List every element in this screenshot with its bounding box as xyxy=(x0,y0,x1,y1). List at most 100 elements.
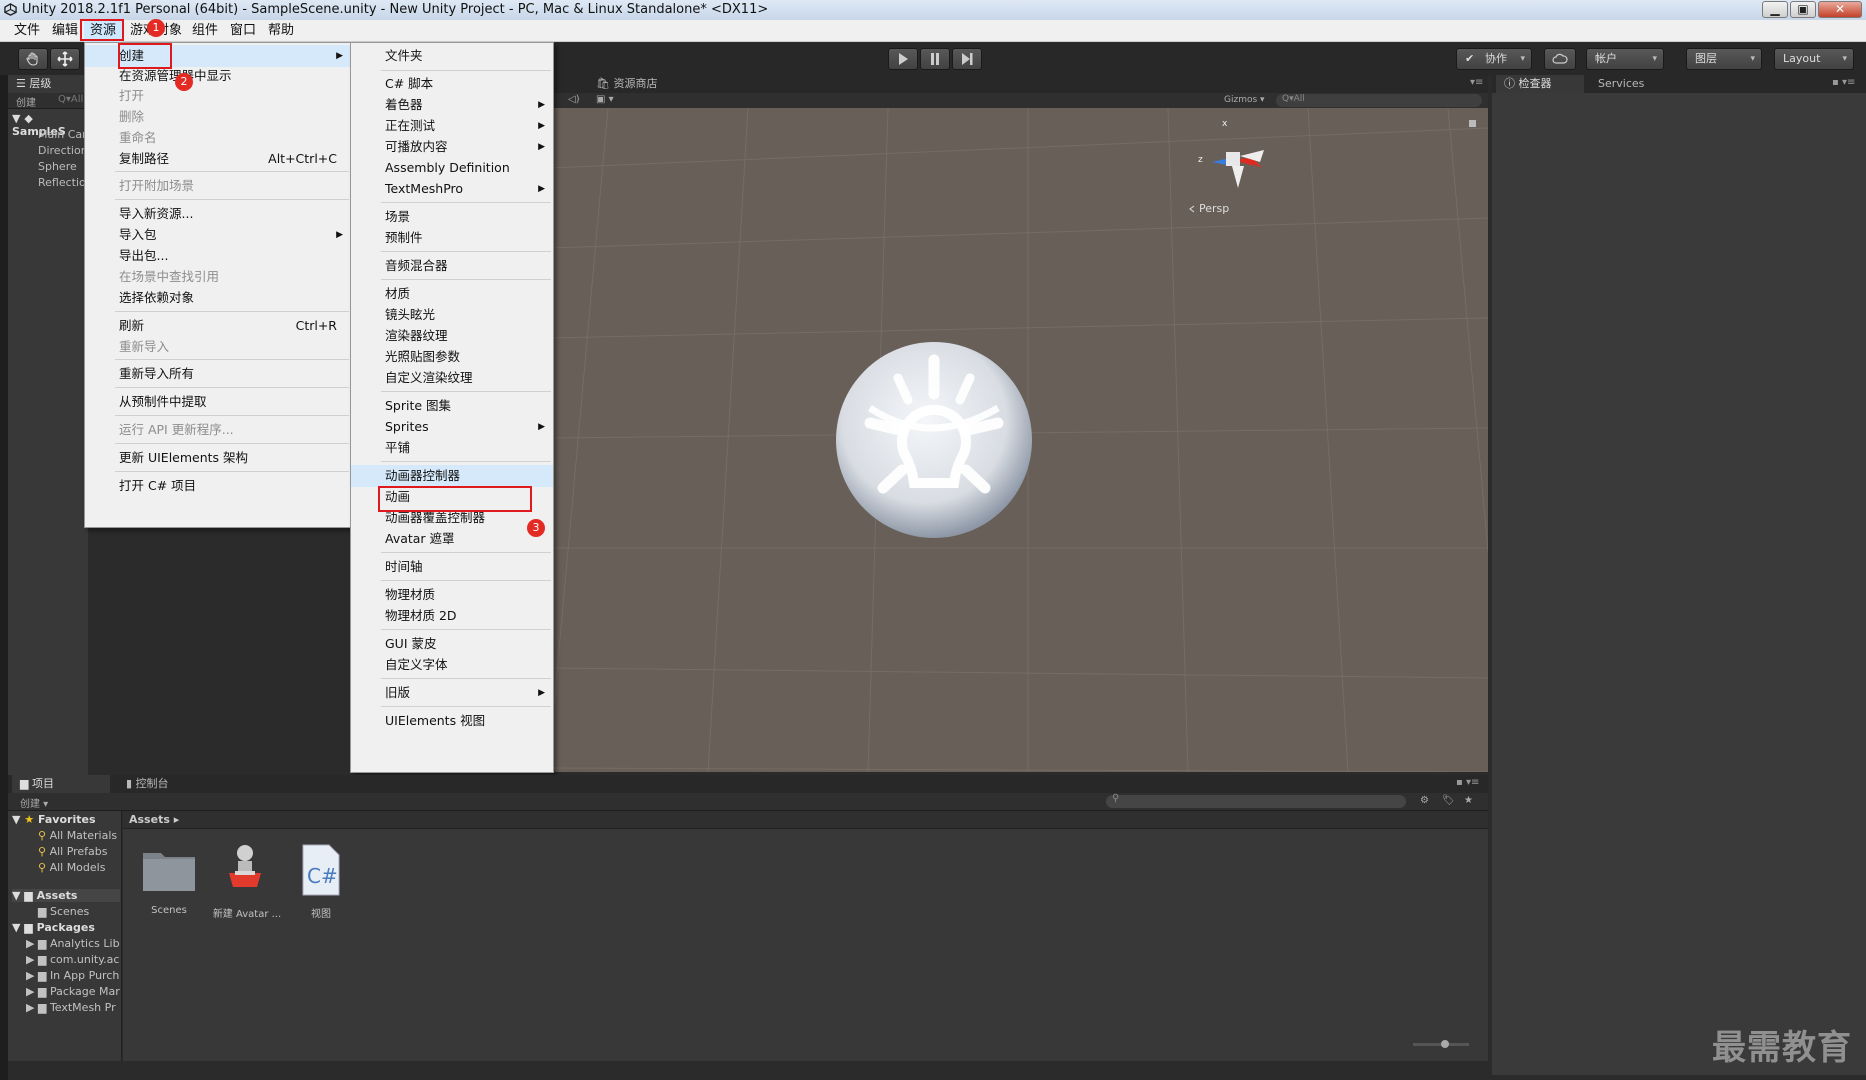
create-menu-item[interactable]: 正在测试 ▶ xyxy=(351,115,553,137)
collab-dropdown[interactable]: ✔ 协作 xyxy=(1456,48,1532,70)
create-menu-item[interactable]: 动画器控制器 xyxy=(351,465,553,487)
hierarchy-create-button[interactable]: 创建 xyxy=(16,94,36,109)
folder-asset-icon[interactable] xyxy=(141,845,197,893)
assets-menu-item[interactable]: 重新导入所有 xyxy=(85,363,351,385)
scene-search-input[interactable]: Q▾All xyxy=(1276,94,1482,107)
sphere-object[interactable] xyxy=(836,342,1032,538)
create-menu-item[interactable]: TextMeshPro ▶ xyxy=(351,178,553,200)
project-search-input[interactable]: ⚲ xyxy=(1106,793,1406,808)
assets-menu-item[interactable]: 导入包 ▶ xyxy=(85,224,351,246)
scene-viewport[interactable]: x z Persp xyxy=(548,108,1488,772)
pause-button[interactable] xyxy=(920,48,950,70)
tree-item[interactable]: ▶ ▆ Analytics Lib xyxy=(26,937,120,950)
create-menu-item[interactable]: 物理材质 2D xyxy=(351,605,553,627)
create-menu-item[interactable]: 可播放内容 ▶ xyxy=(351,136,553,158)
tree-item[interactable]: ▶ ▆ TextMesh Pr xyxy=(26,1001,116,1014)
create-menu-item[interactable]: 镜头眩光 xyxy=(351,304,553,326)
tree-item[interactable]: ⚲ All Materials xyxy=(38,829,117,842)
move-tool-button[interactable] xyxy=(50,48,80,70)
lock-icon[interactable] xyxy=(1469,120,1476,127)
csharp-script-asset-icon[interactable]: C# xyxy=(301,843,341,897)
tab-project[interactable]: ▆ 项目 xyxy=(12,775,110,793)
assets-root-row[interactable]: ▼ ▆ Assets xyxy=(12,889,120,902)
packages-root-row[interactable]: ▼ ▆ Packages xyxy=(12,921,95,934)
account-dropdown[interactable]: 帐户 xyxy=(1586,48,1664,70)
hierarchy-item[interactable]: Reflectio xyxy=(38,176,86,189)
avatar-mask-asset-icon[interactable] xyxy=(225,843,265,895)
create-menu-item[interactable]: 场景 xyxy=(351,206,553,228)
hierarchy-item[interactable]: Main Car xyxy=(38,128,87,141)
zoom-slider[interactable] xyxy=(1413,1040,1469,1048)
assets-menu-item[interactable]: 导入新资源... xyxy=(85,203,351,225)
maximize-button[interactable]: ▣ xyxy=(1790,1,1816,18)
create-menu-item[interactable]: 时间轴 xyxy=(351,556,553,578)
create-menu-item[interactable]: 预制件 xyxy=(351,227,553,249)
tab-asset-store[interactable]: 🛍︎ 资源商店 xyxy=(588,75,665,93)
assets-menu-item[interactable]: 打开 C# 项目 xyxy=(85,475,351,497)
create-menu-item[interactable]: UIElements 视图 xyxy=(351,710,553,732)
create-menu-item[interactable]: Avatar 遮罩 xyxy=(351,528,553,550)
create-menu-item[interactable]: Assembly Definition xyxy=(351,157,553,179)
effects-toggle-icon[interactable]: ▣ ▾ xyxy=(596,94,614,105)
audio-toggle-icon[interactable]: ◁) xyxy=(568,94,580,105)
tab-services[interactable]: Services xyxy=(1590,75,1652,93)
hierarchy-item[interactable]: Direction xyxy=(38,144,88,157)
create-menu-item[interactable]: 旧版 ▶ xyxy=(351,682,553,704)
tree-item[interactable]: ⚲ All Prefabs xyxy=(38,845,108,858)
create-menu-item[interactable]: 音频混合器 xyxy=(351,255,553,277)
tab-inspector[interactable]: ⓘ 检查器 xyxy=(1496,75,1584,93)
hierarchy-search[interactable]: Q▾All xyxy=(58,94,83,105)
tab-hierarchy[interactable]: ☰ 层级 xyxy=(8,75,88,93)
minimize-button[interactable]: ▁ xyxy=(1762,1,1788,18)
menu-file[interactable]: 文件 xyxy=(8,20,46,42)
create-menu-item[interactable]: 自定义渲染纹理 xyxy=(351,367,553,389)
cloud-button[interactable] xyxy=(1544,48,1576,70)
breadcrumb[interactable]: Assets ▸ xyxy=(129,813,179,826)
tab-console[interactable]: ▮ 控制台 xyxy=(118,775,177,793)
tree-item[interactable]: ▶ ▆ In App Purch xyxy=(26,969,119,982)
hierarchy-item[interactable]: Sphere xyxy=(38,160,77,173)
favorite-star-icon[interactable]: ★ xyxy=(1464,795,1473,806)
create-menu-item[interactable]: 平铺 xyxy=(351,437,553,459)
project-panel-menu-icon[interactable]: ▪ ▾≡ xyxy=(1456,777,1479,788)
create-menu-item[interactable]: Sprites ▶ xyxy=(351,416,553,438)
persp-label[interactable]: Persp xyxy=(1199,202,1229,215)
menu-edit[interactable]: 编辑 xyxy=(46,20,84,42)
menu-component[interactable]: 组件 xyxy=(186,20,224,42)
create-menu-item[interactable]: 渲染器纹理 xyxy=(351,325,553,347)
play-button[interactable] xyxy=(888,48,918,70)
create-menu-item[interactable]: 物理材质 xyxy=(351,584,553,606)
create-menu-item[interactable]: GUI 蒙皮 xyxy=(351,633,553,655)
create-menu-item[interactable]: C# 脚本 xyxy=(351,73,553,95)
assets-menu-item[interactable]: 选择依赖对象 xyxy=(85,287,351,309)
favorites-row[interactable]: ▼ ★ Favorites xyxy=(12,813,96,826)
layout-dropdown[interactable]: Layout xyxy=(1774,48,1854,70)
panel-menu-icon[interactable]: ▾≡ xyxy=(1470,77,1483,88)
create-menu-item[interactable]: 材质 xyxy=(351,283,553,305)
tree-item[interactable]: ▆ Scenes xyxy=(38,905,89,918)
create-menu-item[interactable]: 自定义字体 xyxy=(351,654,553,676)
menu-help[interactable]: 帮助 xyxy=(262,20,300,42)
close-button[interactable]: ✕ xyxy=(1818,1,1862,18)
create-menu-item[interactable]: Sprite 图集 xyxy=(351,395,553,417)
tree-item[interactable]: ▶ ▆ com.unity.ac xyxy=(26,953,119,966)
create-menu-item[interactable]: 文件夹 xyxy=(351,45,553,67)
tree-item[interactable]: ⚲ All Models xyxy=(38,861,105,874)
scene-orientation-gizmo[interactable] xyxy=(1212,150,1264,188)
inspector-lock-icon[interactable]: ▪ ▾≡ xyxy=(1832,77,1855,88)
assets-menu-item[interactable]: 导出包... xyxy=(85,245,351,267)
project-create-button[interactable]: 创建 ▾ xyxy=(20,795,48,810)
hand-tool-button[interactable] xyxy=(18,48,48,70)
step-button[interactable] xyxy=(952,48,982,70)
filter-type-icon[interactable]: ⚙ xyxy=(1420,795,1429,806)
assets-menu-item[interactable]: 从预制件中提取 xyxy=(85,391,351,413)
filter-label-icon[interactable]: 🏷︎ xyxy=(1442,795,1455,806)
tree-item[interactable]: ▶ ▆ Package Mar xyxy=(26,985,120,998)
gizmos-dropdown[interactable]: Gizmos ▾ xyxy=(1224,95,1265,105)
create-menu-item[interactable]: 着色器 ▶ xyxy=(351,94,553,116)
zoom-slider-handle[interactable] xyxy=(1441,1040,1449,1048)
assets-menu-item[interactable]: 复制路径 Alt+Ctrl+C xyxy=(85,148,351,170)
menu-window[interactable]: 窗口 xyxy=(224,20,262,42)
assets-menu-item[interactable]: 刷新 Ctrl+R xyxy=(85,315,351,337)
create-menu-item[interactable]: 光照贴图参数 xyxy=(351,346,553,368)
